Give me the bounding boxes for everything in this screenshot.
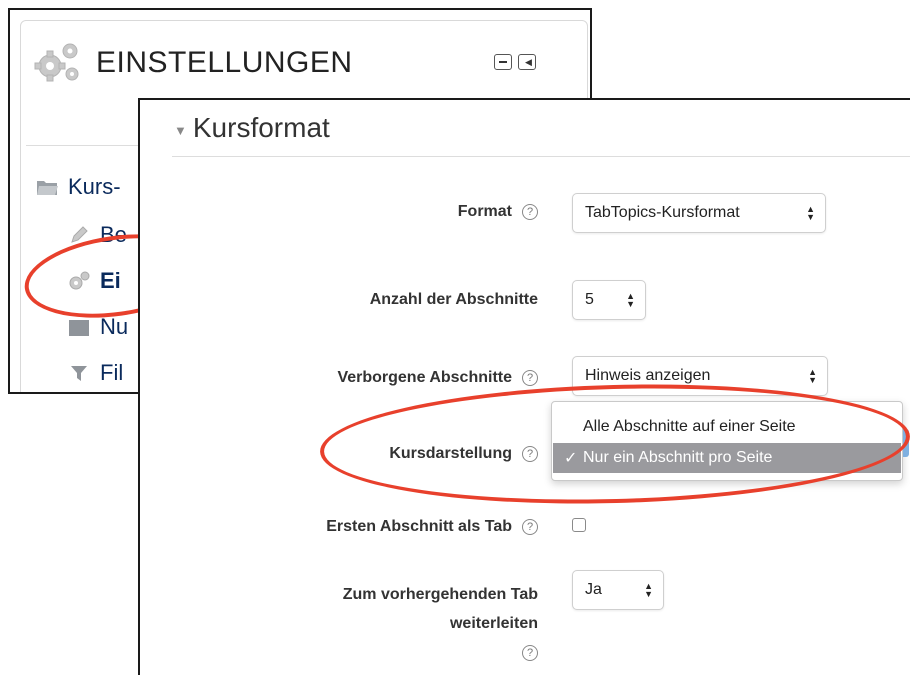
block-controls: ◀ [494,54,536,70]
nav-item-users[interactable]: Nu [68,314,128,340]
section-header[interactable]: ▼ Kursformat [174,112,330,144]
redirect-label-line1: Zum vorhergehenden Tab [342,586,538,603]
first-section-tab-label-text: Ersten Abschnitt als Tab [326,518,512,535]
help-icon[interactable]: ? [522,644,538,661]
nav-item-label: Kurs- [68,174,121,199]
highlight-ellipse [318,377,910,511]
sections-label-text: Anzahl der Abschnitte [369,291,538,308]
sections-label: Anzahl der Abschnitte [370,291,538,309]
hidden-sections-label: Verborgene Abschnitte? [337,369,538,387]
redirect-select[interactable]: Ja ▲ ▼ [572,570,664,610]
format-select-value: TabTopics-Kursformat [585,204,740,221]
collapse-triangle-icon[interactable]: ▼ [174,123,187,138]
nav-item-label: Fil [100,360,124,385]
sections-select-value: 5 [585,291,594,308]
users-icon [68,316,90,338]
select-arrows-icon: ▲ ▼ [626,291,635,309]
gears-icon [32,40,84,91]
help-icon[interactable]: ? [522,369,538,386]
nav-item-course[interactable]: Kurs- [36,174,121,200]
format-select[interactable]: TabTopics-Kursformat ▲ ▼ [572,193,826,233]
help-icon[interactable]: ? [522,203,538,220]
help-icon[interactable]: ? [522,518,538,535]
sections-select[interactable]: 5 ▲ ▼ [572,280,646,320]
folder-icon [36,176,58,198]
course-format-panel: ▼ Kursformat Format? TabTopics-Kursforma… [138,98,910,675]
dock-block-icon[interactable]: ◀ [518,54,536,70]
nav-item-filter[interactable]: Fil [68,360,123,386]
first-section-tab-checkbox[interactable] [572,518,586,532]
format-label-text: Format [457,203,512,220]
redirect-select-value: Ja [585,581,602,598]
filter-icon [68,362,90,384]
hidden-sections-select-value: Hinweis anzeigen [585,367,711,384]
redirect-previous-tab-label: Zum vorhergehenden Tab weiterleiten ? [343,580,538,667]
hidden-sections-label-text: Verborgene Abschnitte [337,369,512,386]
section-divider [172,156,910,157]
redirect-label-line2: weiterleiten [449,615,538,632]
hide-block-icon[interactable] [494,54,512,70]
block-title: EINSTELLUNGEN [96,46,353,79]
format-label: Format? [458,203,538,221]
section-title: Kursformat [192,112,330,143]
first-section-tab-label: Ersten Abschnitt als Tab? [326,518,538,536]
select-arrows-icon: ▲ ▼ [644,581,653,599]
select-arrows-icon: ▲ ▼ [808,367,817,385]
nav-item-label: Nu [100,314,129,339]
select-arrows-icon: ▲ ▼ [806,204,815,222]
